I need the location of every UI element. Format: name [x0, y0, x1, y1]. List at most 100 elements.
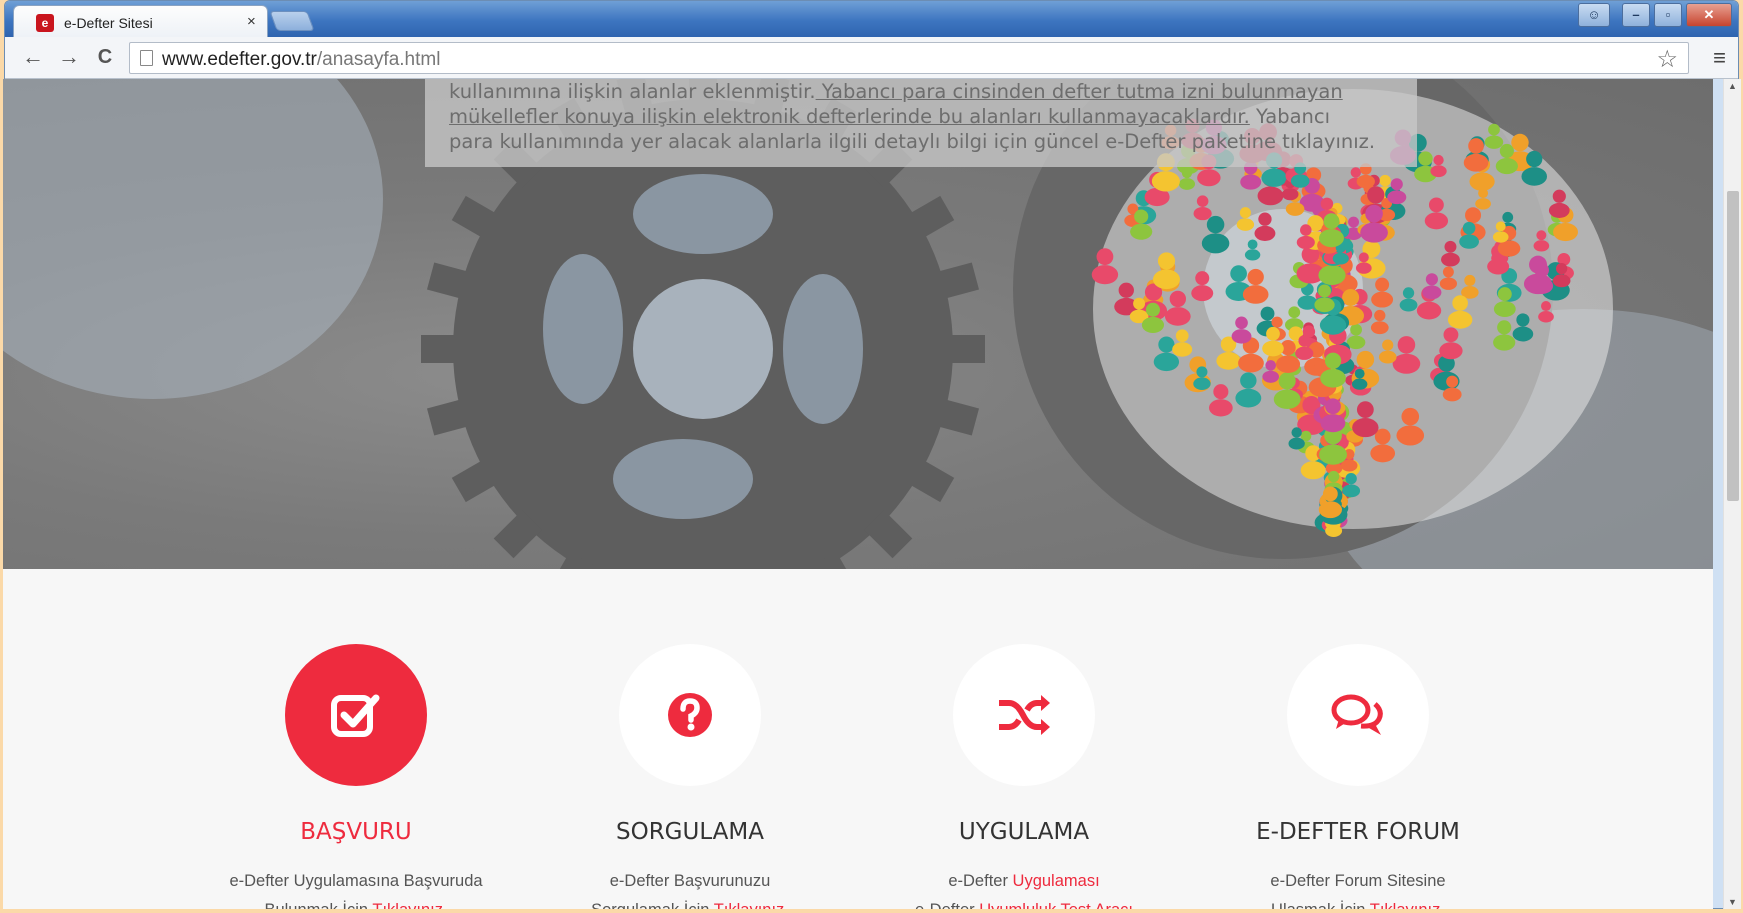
person-figure-body — [1141, 316, 1165, 333]
person-figure-body — [1548, 202, 1570, 218]
sorgulama-button[interactable] — [619, 644, 761, 786]
notice-line2: Yabancı — [1249, 105, 1331, 128]
person-figure-head — [1196, 195, 1209, 207]
person-figure-body — [1447, 310, 1473, 329]
person-figure-head — [1324, 352, 1342, 369]
person-figure-head — [1266, 326, 1280, 341]
person-figure-body — [1422, 285, 1442, 300]
uygulama-button[interactable] — [953, 644, 1095, 786]
bookmark-star-icon[interactable]: ☆ — [1656, 45, 1678, 74]
sorgulama-link[interactable]: Tıklayınız. — [714, 901, 789, 909]
menu-icon[interactable]: ≡ — [1713, 45, 1726, 71]
person-figure-body — [1178, 178, 1196, 190]
person-figure-body — [1430, 165, 1447, 178]
person-figure-head — [1300, 224, 1312, 236]
notice-link-1[interactable]: Yabancı para cinsinden defter tutma izni… — [816, 80, 1343, 103]
person-figure-body — [1319, 444, 1347, 465]
person-figure-head — [1534, 262, 1549, 278]
person-figure-body — [1285, 202, 1305, 216]
person-figure-head — [1401, 407, 1420, 426]
close-tab-icon[interactable]: × — [247, 13, 256, 30]
uygulama-link[interactable]: Uygulaması — [1013, 872, 1100, 890]
person-figure-head — [1536, 230, 1547, 241]
person-figure-body — [1172, 342, 1193, 357]
announcement-box: kullanımına ilişkin alanlar eklenmiştir.… — [425, 79, 1417, 167]
url-text: www.edefter.gov.tr/anasayfa.html — [162, 49, 440, 71]
maximize-button[interactable]: ▫ — [1654, 3, 1682, 27]
person-figure-head — [1552, 189, 1566, 203]
person-figure-head — [1260, 306, 1275, 321]
person-figure-body — [1538, 311, 1554, 323]
vertical-scrollbar[interactable]: ▲ ▼ — [1723, 79, 1741, 909]
back-button[interactable]: ← — [19, 45, 47, 71]
basvuru-button[interactable] — [285, 644, 427, 786]
person-figure-body — [1492, 231, 1509, 243]
person-figure-body — [1197, 169, 1221, 187]
person-figure-body — [1300, 461, 1326, 480]
person-figure-body — [1370, 444, 1396, 463]
person-figure-body — [1424, 212, 1449, 230]
person-figure-body — [1231, 329, 1252, 344]
notice-link-2[interactable]: mükellefler konuya ilişkin elektronik de… — [449, 105, 1250, 128]
forward-button[interactable]: → — [55, 45, 83, 71]
feature-title: BAŞVURU — [300, 819, 412, 845]
person-figure-head — [1322, 486, 1338, 502]
person-figure-head — [1206, 215, 1225, 234]
hero-banner: kullanımına ilişkin alanlar eklenmiştir.… — [3, 79, 1713, 569]
person-figure-body — [1254, 225, 1276, 242]
person-figure-body — [1521, 167, 1547, 186]
forum-button[interactable] — [1287, 644, 1429, 786]
feature-description: e-Defter Başvurunuzu Sorgulamak İçin Tık… — [525, 867, 855, 909]
chat-icon — [1331, 694, 1383, 735]
person-figure-head — [1497, 287, 1512, 302]
person-figure-head — [1158, 336, 1175, 353]
scroll-up-arrow-icon[interactable]: ▲ — [1728, 81, 1737, 91]
person-figure-head — [1145, 302, 1160, 317]
person-figure-body — [1318, 501, 1342, 519]
person-figure-body — [1244, 249, 1261, 261]
minimize-button[interactable]: – — [1622, 3, 1650, 27]
browser-tab[interactable]: e e-Defter Sitesi × — [13, 5, 268, 37]
scroll-down-arrow-icon[interactable]: ▼ — [1728, 897, 1737, 907]
url-domain: www.edefter.gov.tr — [162, 49, 317, 70]
person-figure-body — [1469, 172, 1495, 191]
person-figure-head — [1118, 282, 1134, 298]
person-figure-head — [1323, 213, 1340, 230]
user-icon[interactable]: ☺ — [1578, 3, 1610, 27]
feature-title: E-DEFTER FORUM — [1256, 819, 1460, 845]
person-figure-head — [1541, 301, 1552, 312]
person-figure-head — [1230, 265, 1247, 282]
person-figure-body — [1151, 171, 1180, 192]
person-figure-body — [1319, 315, 1347, 335]
new-tab-button[interactable] — [269, 11, 315, 31]
person-figure-body — [1153, 352, 1180, 372]
person-figure-head — [1157, 252, 1176, 270]
person-figure-head — [1327, 470, 1340, 483]
feature-description: e-Defter Forum Sitesine Ulaşmak İçin Tık… — [1193, 867, 1523, 909]
person-figure-head — [1288, 306, 1301, 319]
person-figure-body — [1355, 262, 1372, 274]
desc-text: Ulaşmak İçin — [1271, 901, 1370, 909]
person-figure-head — [1318, 284, 1331, 298]
person-figure-body — [1130, 223, 1153, 240]
checkbox-icon — [331, 694, 380, 737]
reload-button[interactable]: C — [91, 45, 119, 71]
person-figure-body — [1209, 399, 1233, 417]
test-tool-link[interactable]: Uyumluluk Test Aracı — [979, 901, 1133, 909]
person-figure-head — [1425, 273, 1438, 286]
person-figure-body — [1351, 378, 1368, 390]
person-figure-head — [1468, 138, 1484, 154]
scroll-thumb[interactable] — [1727, 191, 1739, 501]
address-bar[interactable]: www.edefter.gov.tr/anasayfa.html ☆ — [129, 42, 1689, 74]
person-figure-body — [1441, 252, 1460, 267]
desc-text: e-Defter — [948, 872, 1013, 890]
person-figure-body — [1493, 301, 1516, 317]
person-figure-body — [1262, 370, 1280, 383]
desc-line: Ulaşmak İçin Tıklayınız. — [1193, 896, 1523, 909]
basvuru-link[interactable]: Tıklayınız. — [372, 901, 447, 909]
close-window-button[interactable]: ✕ — [1686, 3, 1732, 27]
forum-link[interactable]: Tıklayınız. — [1370, 901, 1445, 909]
person-figure-head — [1465, 207, 1482, 224]
person-figure-body — [1352, 418, 1379, 438]
person-figure-head — [1342, 288, 1360, 307]
